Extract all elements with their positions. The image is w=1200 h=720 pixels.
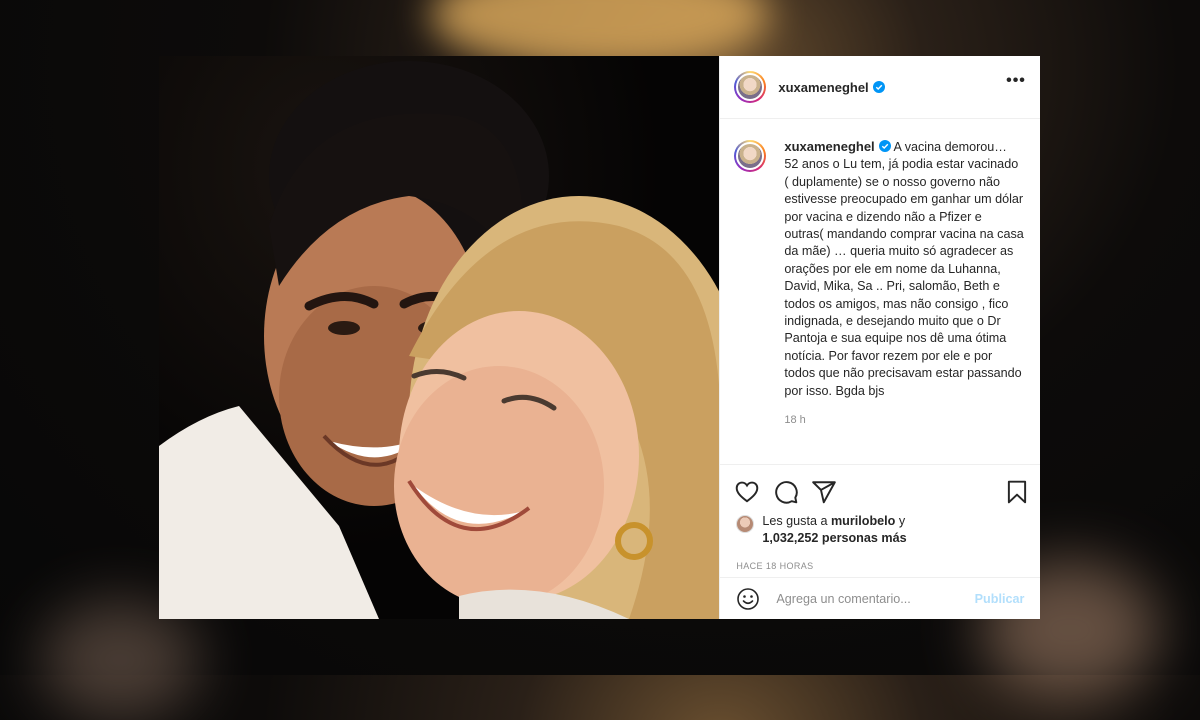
likes-summary: Les gusta a murilobelo y 1,032,252 perso…: [736, 513, 907, 547]
post-timestamp[interactable]: HACE 18 HORAS: [736, 561, 813, 571]
likes-count[interactable]: 1,032,252 personas más: [762, 531, 906, 545]
likes-text[interactable]: Les gusta a murilobelo y 1,032,252 perso…: [762, 513, 906, 547]
likes-user[interactable]: murilobelo: [831, 514, 895, 528]
post-photo: [159, 56, 720, 619]
emoji-icon[interactable]: [736, 587, 760, 611]
likes-prefix: Les gusta a: [762, 514, 831, 528]
caption-avatar[interactable]: [734, 140, 767, 172]
comment-input[interactable]: [774, 590, 969, 607]
profile-avatar[interactable]: [734, 71, 767, 103]
comment-icon[interactable]: [773, 479, 799, 505]
post-header: xuxameneghel •••: [720, 56, 1040, 119]
post-sidebar: xuxameneghel ••• xuxameneghel A vacina d…: [719, 56, 1041, 619]
comment-bar: Publicar: [720, 577, 1041, 619]
heart-icon[interactable]: [734, 479, 760, 505]
caption-text: A vacina demorou… 52 anos o Lu tem, já p…: [784, 140, 1024, 398]
likes-conj: y: [895, 514, 906, 528]
verified-badge-icon: [878, 140, 891, 152]
publish-button[interactable]: Publicar: [975, 592, 1025, 606]
caption-username[interactable]: xuxameneghel: [784, 139, 874, 154]
bookmark-icon[interactable]: [1004, 479, 1030, 505]
caption-body: xuxameneghel A vacina demorou… 52 anos o…: [784, 138, 1024, 430]
verified-badge-icon: [872, 81, 885, 93]
caption-time: 18 h: [784, 414, 806, 427]
more-options-icon[interactable]: •••: [1006, 73, 1026, 96]
instagram-post-card: xuxameneghel ••• xuxameneghel A vacina d…: [159, 56, 1041, 619]
header-username[interactable]: xuxameneghel: [778, 80, 868, 95]
caption-block: xuxameneghel A vacina demorou… 52 anos o…: [734, 138, 1024, 430]
couple-photo-illustration: [159, 61, 720, 619]
share-icon[interactable]: [811, 479, 837, 505]
liker-avatar[interactable]: [736, 515, 755, 533]
